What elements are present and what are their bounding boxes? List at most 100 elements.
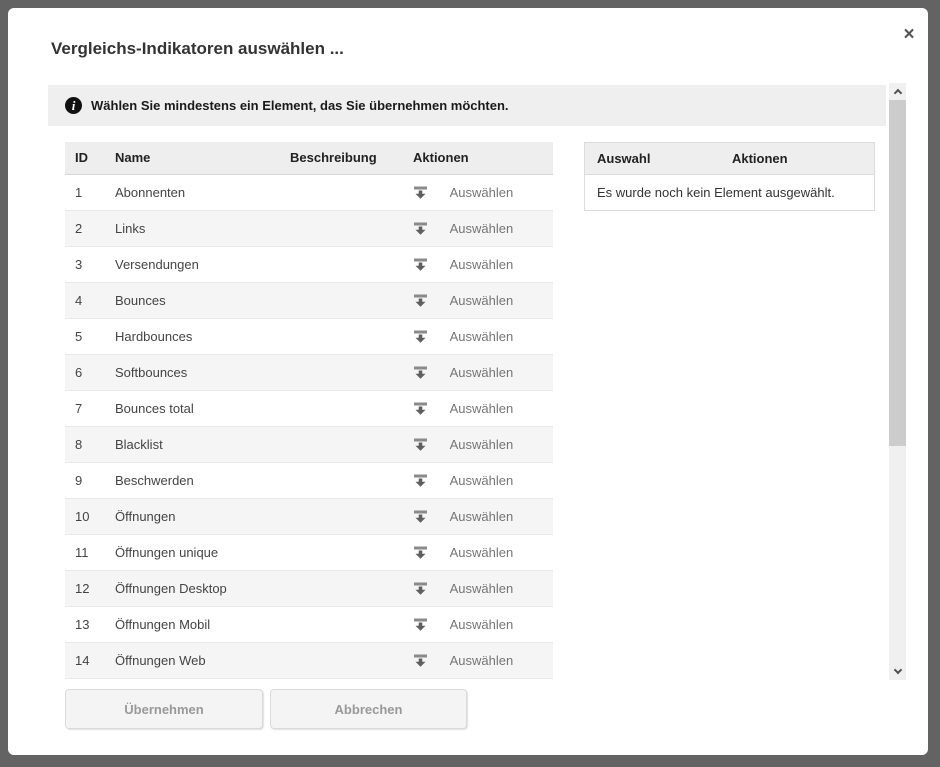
indicator-id: 4 — [65, 282, 105, 318]
scroll-down-button[interactable] — [889, 663, 906, 680]
arrow-down-from-bar-icon[interactable] — [413, 617, 428, 632]
indicator-description — [280, 318, 403, 354]
indicator-row: 3 Versendungen Auswählen — [65, 246, 553, 282]
indicator-row: 4 Bounces Auswählen — [65, 282, 553, 318]
indicator-id: 1 — [65, 174, 105, 210]
arrow-down-from-bar-icon[interactable] — [413, 545, 428, 560]
cancel-button[interactable]: Abbrechen — [270, 689, 467, 729]
column-header-selection-actions: Aktionen — [720, 143, 875, 175]
select-link[interactable]: Auswählen — [450, 401, 514, 416]
indicator-name: Blacklist — [105, 426, 280, 462]
column-header-id: ID — [65, 142, 105, 174]
apply-button[interactable]: Übernehmen — [65, 689, 263, 729]
selection-table-header-row: Auswahl Aktionen — [585, 143, 875, 175]
arrow-down-from-bar-icon[interactable] — [413, 293, 428, 308]
scrollbar-thumb[interactable] — [889, 100, 906, 446]
scroll-up-button[interactable] — [889, 83, 906, 100]
indicator-id: 7 — [65, 390, 105, 426]
arrow-down-from-bar-icon[interactable] — [413, 509, 428, 524]
indicator-name: Öffnungen Mobil — [105, 606, 280, 642]
indicator-description — [280, 570, 403, 606]
indicator-description — [280, 606, 403, 642]
arrow-down-from-bar-icon[interactable] — [413, 365, 428, 380]
select-link[interactable]: Auswählen — [450, 509, 514, 524]
indicator-row: 13 Öffnungen Mobil Auswählen — [65, 606, 553, 642]
info-icon: i — [65, 97, 82, 114]
info-banner: i Wählen Sie mindestens ein Element, das… — [48, 85, 886, 126]
selection-empty-message: Es wurde noch kein Element ausgewählt. — [585, 175, 875, 211]
select-link[interactable]: Auswählen — [450, 653, 514, 668]
chevron-down-icon — [893, 666, 901, 674]
arrow-down-from-bar-icon[interactable] — [413, 257, 428, 272]
arrow-down-from-bar-icon[interactable] — [413, 221, 428, 236]
indicator-name: Abonnenten — [105, 174, 280, 210]
indicator-description — [280, 282, 403, 318]
indicator-id: 10 — [65, 498, 105, 534]
indicator-id: 3 — [65, 246, 105, 282]
indicator-description — [280, 426, 403, 462]
arrow-down-from-bar-icon[interactable] — [413, 401, 428, 416]
indicator-row: 12 Öffnungen Desktop Auswählen — [65, 570, 553, 606]
indicator-name: Links — [105, 210, 280, 246]
modal-backdrop: Vergleichs-Indikatoren auswählen ... × i… — [0, 0, 940, 767]
indicator-name: Bounces — [105, 282, 280, 318]
select-link[interactable]: Auswählen — [450, 473, 514, 488]
indicator-id: 2 — [65, 210, 105, 246]
select-link[interactable]: Auswählen — [450, 617, 514, 632]
indicator-row: 9 Beschwerden Auswählen — [65, 462, 553, 498]
indicator-name: Öffnungen — [105, 498, 280, 534]
arrow-down-from-bar-icon[interactable] — [413, 437, 428, 452]
indicator-description — [280, 210, 403, 246]
indicator-name: Öffnungen unique — [105, 534, 280, 570]
indicator-name: Softbounces — [105, 354, 280, 390]
indicator-description — [280, 642, 403, 678]
indicator-id: 12 — [65, 570, 105, 606]
select-link[interactable]: Auswählen — [450, 221, 514, 236]
arrow-down-from-bar-icon[interactable] — [413, 581, 428, 596]
indicator-id: 11 — [65, 534, 105, 570]
indicator-row: 11 Öffnungen unique Auswählen — [65, 534, 553, 570]
select-link[interactable]: Auswählen — [450, 185, 514, 200]
selection-empty-row: Es wurde noch kein Element ausgewählt. — [585, 175, 875, 211]
indicator-name: Versendungen — [105, 246, 280, 282]
column-header-actions: Aktionen — [403, 142, 553, 174]
indicator-id: 5 — [65, 318, 105, 354]
indicator-row: 7 Bounces total Auswählen — [65, 390, 553, 426]
indicator-description — [280, 390, 403, 426]
select-link[interactable]: Auswählen — [450, 257, 514, 272]
select-link[interactable]: Auswählen — [450, 365, 514, 380]
select-link[interactable]: Auswählen — [450, 329, 514, 344]
indicator-name: Öffnungen Web — [105, 642, 280, 678]
indicator-row: 2 Links Auswählen — [65, 210, 553, 246]
indicator-id: 9 — [65, 462, 105, 498]
select-link[interactable]: Auswählen — [450, 293, 514, 308]
arrow-down-from-bar-icon[interactable] — [413, 185, 428, 200]
column-header-name: Name — [105, 142, 280, 174]
indicator-id: 14 — [65, 642, 105, 678]
indicator-description — [280, 534, 403, 570]
indicator-description — [280, 462, 403, 498]
indicators-table: ID Name Beschreibung Aktionen 1 Abonnent… — [65, 142, 553, 679]
dialog: Vergleichs-Indikatoren auswählen ... × i… — [8, 8, 928, 755]
indicator-description — [280, 174, 403, 210]
indicator-row: 6 Softbounces Auswählen — [65, 354, 553, 390]
arrow-down-from-bar-icon[interactable] — [413, 473, 428, 488]
scrollbar[interactable] — [889, 83, 906, 680]
indicator-description — [280, 246, 403, 282]
indicator-id: 13 — [65, 606, 105, 642]
indicator-row: 14 Öffnungen Web Auswählen — [65, 642, 553, 678]
close-icon[interactable]: × — [896, 22, 922, 48]
column-header-selection: Auswahl — [585, 143, 720, 175]
indicator-name: Beschwerden — [105, 462, 280, 498]
select-link[interactable]: Auswählen — [450, 545, 514, 560]
select-link[interactable]: Auswählen — [450, 437, 514, 452]
indicators-table-header-row: ID Name Beschreibung Aktionen — [65, 142, 553, 174]
indicator-name: Hardbounces — [105, 318, 280, 354]
indicator-name: Bounces total — [105, 390, 280, 426]
indicator-row: 8 Blacklist Auswählen — [65, 426, 553, 462]
indicator-id: 6 — [65, 354, 105, 390]
arrow-down-from-bar-icon[interactable] — [413, 329, 428, 344]
arrow-down-from-bar-icon[interactable] — [413, 653, 428, 668]
select-link[interactable]: Auswählen — [450, 581, 514, 596]
indicator-name: Öffnungen Desktop — [105, 570, 280, 606]
